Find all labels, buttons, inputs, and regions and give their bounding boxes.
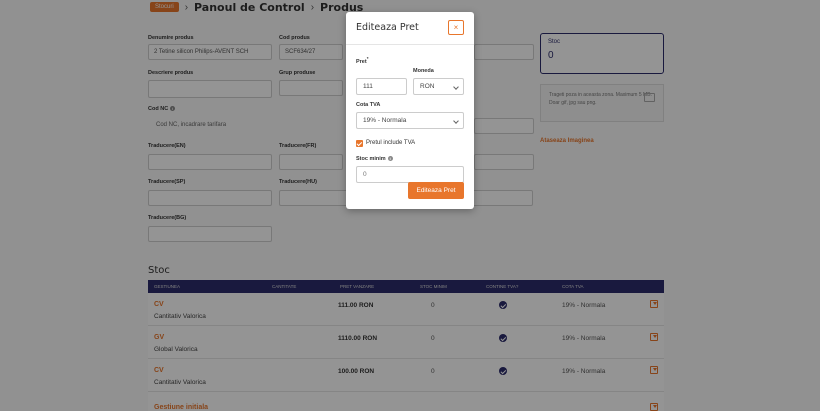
include-tva-checkbox[interactable] — [356, 140, 363, 147]
pret-input[interactable]: 111 — [356, 78, 407, 95]
cota-tva-label: Cota TVA — [356, 102, 381, 108]
include-tva-label: Pretul include TVA — [366, 140, 416, 146]
moneda-select[interactable]: RON — [413, 78, 464, 95]
edit-price-submit-button[interactable]: Editeaza Pret — [408, 182, 464, 199]
moneda-label: Moneda — [413, 68, 434, 74]
close-icon[interactable]: × — [448, 20, 464, 35]
info-icon: i — [387, 156, 393, 162]
edit-price-modal: Editeaza Pret × Pret* 111 Moneda RON Cot… — [346, 12, 474, 209]
required-marker: * — [366, 56, 369, 61]
pret-label: Pret* — [356, 56, 369, 65]
cota-tva-select[interactable]: 19% - Normala — [356, 112, 464, 129]
stoc-minim-label: Stoc minim i — [356, 156, 393, 162]
stoc-minim-input[interactable] — [356, 166, 464, 183]
modal-divider — [346, 44, 474, 45]
modal-title: Editeaza Pret — [356, 22, 419, 33]
